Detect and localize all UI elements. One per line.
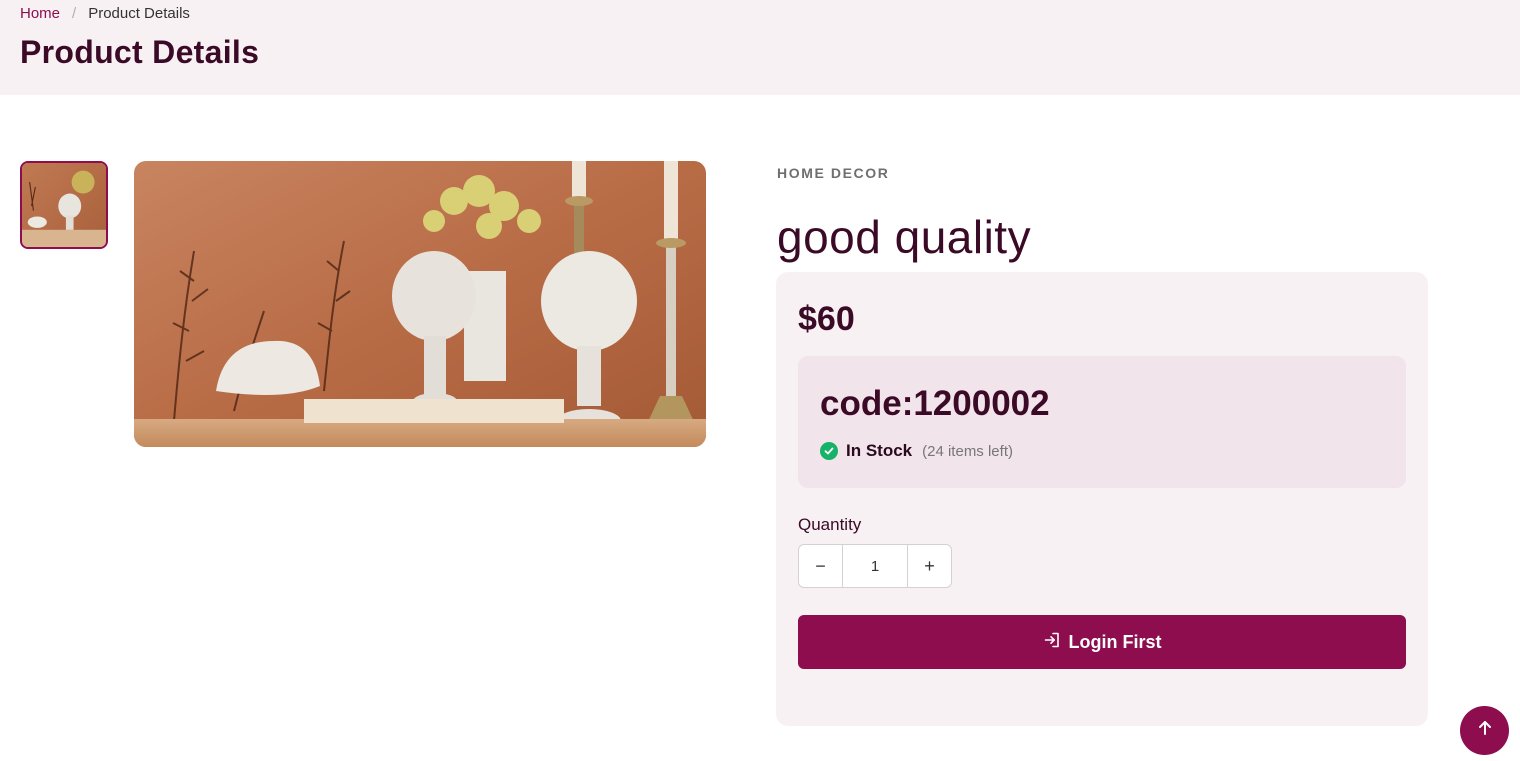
- stock-status-label: In Stock: [846, 441, 913, 460]
- product-code: code:1200002: [820, 384, 1050, 423]
- purchase-card: $60 code:1200002 In Stock (24 items left…: [776, 272, 1428, 726]
- product-photo: [134, 161, 706, 447]
- quantity-stepper: − +: [798, 544, 952, 588]
- check-circle-icon: [820, 442, 838, 460]
- product-main-image: [134, 161, 706, 447]
- page-header: Home / Product Details Product Details: [0, 0, 1520, 95]
- product-category: HOME DECOR: [777, 165, 890, 181]
- quantity-increase-button[interactable]: +: [907, 545, 951, 587]
- login-first-button[interactable]: Login First: [798, 615, 1406, 669]
- thumbnail-image: [22, 163, 106, 247]
- breadcrumb-current: Product Details: [88, 5, 190, 22]
- quantity-decrease-button[interactable]: −: [799, 545, 843, 587]
- quantity-label: Quantity: [798, 515, 862, 534]
- stock-items-left: (24 items left): [922, 442, 1013, 460]
- stock-info-box: code:1200002 In Stock (24 items left): [798, 356, 1406, 488]
- product-thumbnail[interactable]: [20, 161, 108, 249]
- product-price: $60: [798, 300, 855, 338]
- product-name: good quality: [777, 211, 1032, 263]
- login-first-label: Login First: [1068, 631, 1162, 652]
- breadcrumb-separator: /: [72, 5, 77, 22]
- arrow-up-icon: [1477, 720, 1493, 741]
- quantity-input[interactable]: [843, 545, 907, 587]
- scroll-to-top-button[interactable]: [1460, 706, 1509, 755]
- breadcrumb-home-link[interactable]: Home: [20, 5, 60, 22]
- breadcrumb: Home / Product Details: [20, 5, 190, 22]
- login-icon: [1043, 631, 1061, 654]
- page-title: Product Details: [20, 34, 260, 70]
- stock-status: In Stock (24 items left): [820, 441, 1013, 461]
